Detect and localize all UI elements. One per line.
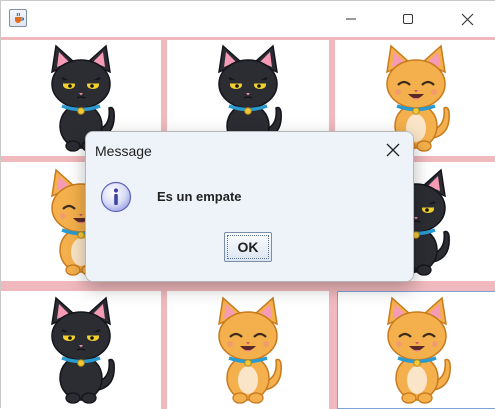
close-icon bbox=[461, 13, 473, 25]
dialog-title-bar: Message bbox=[86, 132, 413, 169]
minimize-icon bbox=[346, 18, 356, 20]
dialog-close-button[interactable] bbox=[383, 140, 403, 160]
close-icon bbox=[386, 143, 400, 157]
message-dialog: Message Es un empate OK bbox=[85, 131, 414, 282]
board-cell[interactable] bbox=[1, 291, 161, 409]
info-icon bbox=[100, 181, 132, 213]
orange-cat-icon bbox=[386, 296, 451, 404]
board-cell[interactable] bbox=[167, 291, 329, 409]
title-bar bbox=[1, 1, 495, 37]
dialog-body: Es un empate OK bbox=[86, 169, 413, 281]
maximize-button[interactable] bbox=[385, 1, 431, 37]
maximize-icon bbox=[403, 14, 413, 24]
minimize-button[interactable] bbox=[328, 1, 374, 37]
ok-button[interactable]: OK bbox=[224, 232, 272, 262]
board-cell[interactable] bbox=[337, 291, 495, 409]
dialog-title: Message bbox=[95, 143, 152, 159]
orange-cat-icon bbox=[218, 296, 282, 404]
java-cup-icon[interactable] bbox=[9, 9, 27, 27]
window-close-button[interactable] bbox=[444, 1, 490, 37]
dialog-message: Es un empate bbox=[157, 189, 242, 204]
black-cat-icon bbox=[51, 296, 115, 404]
game-window: Message Es un empate OK bbox=[0, 0, 495, 409]
